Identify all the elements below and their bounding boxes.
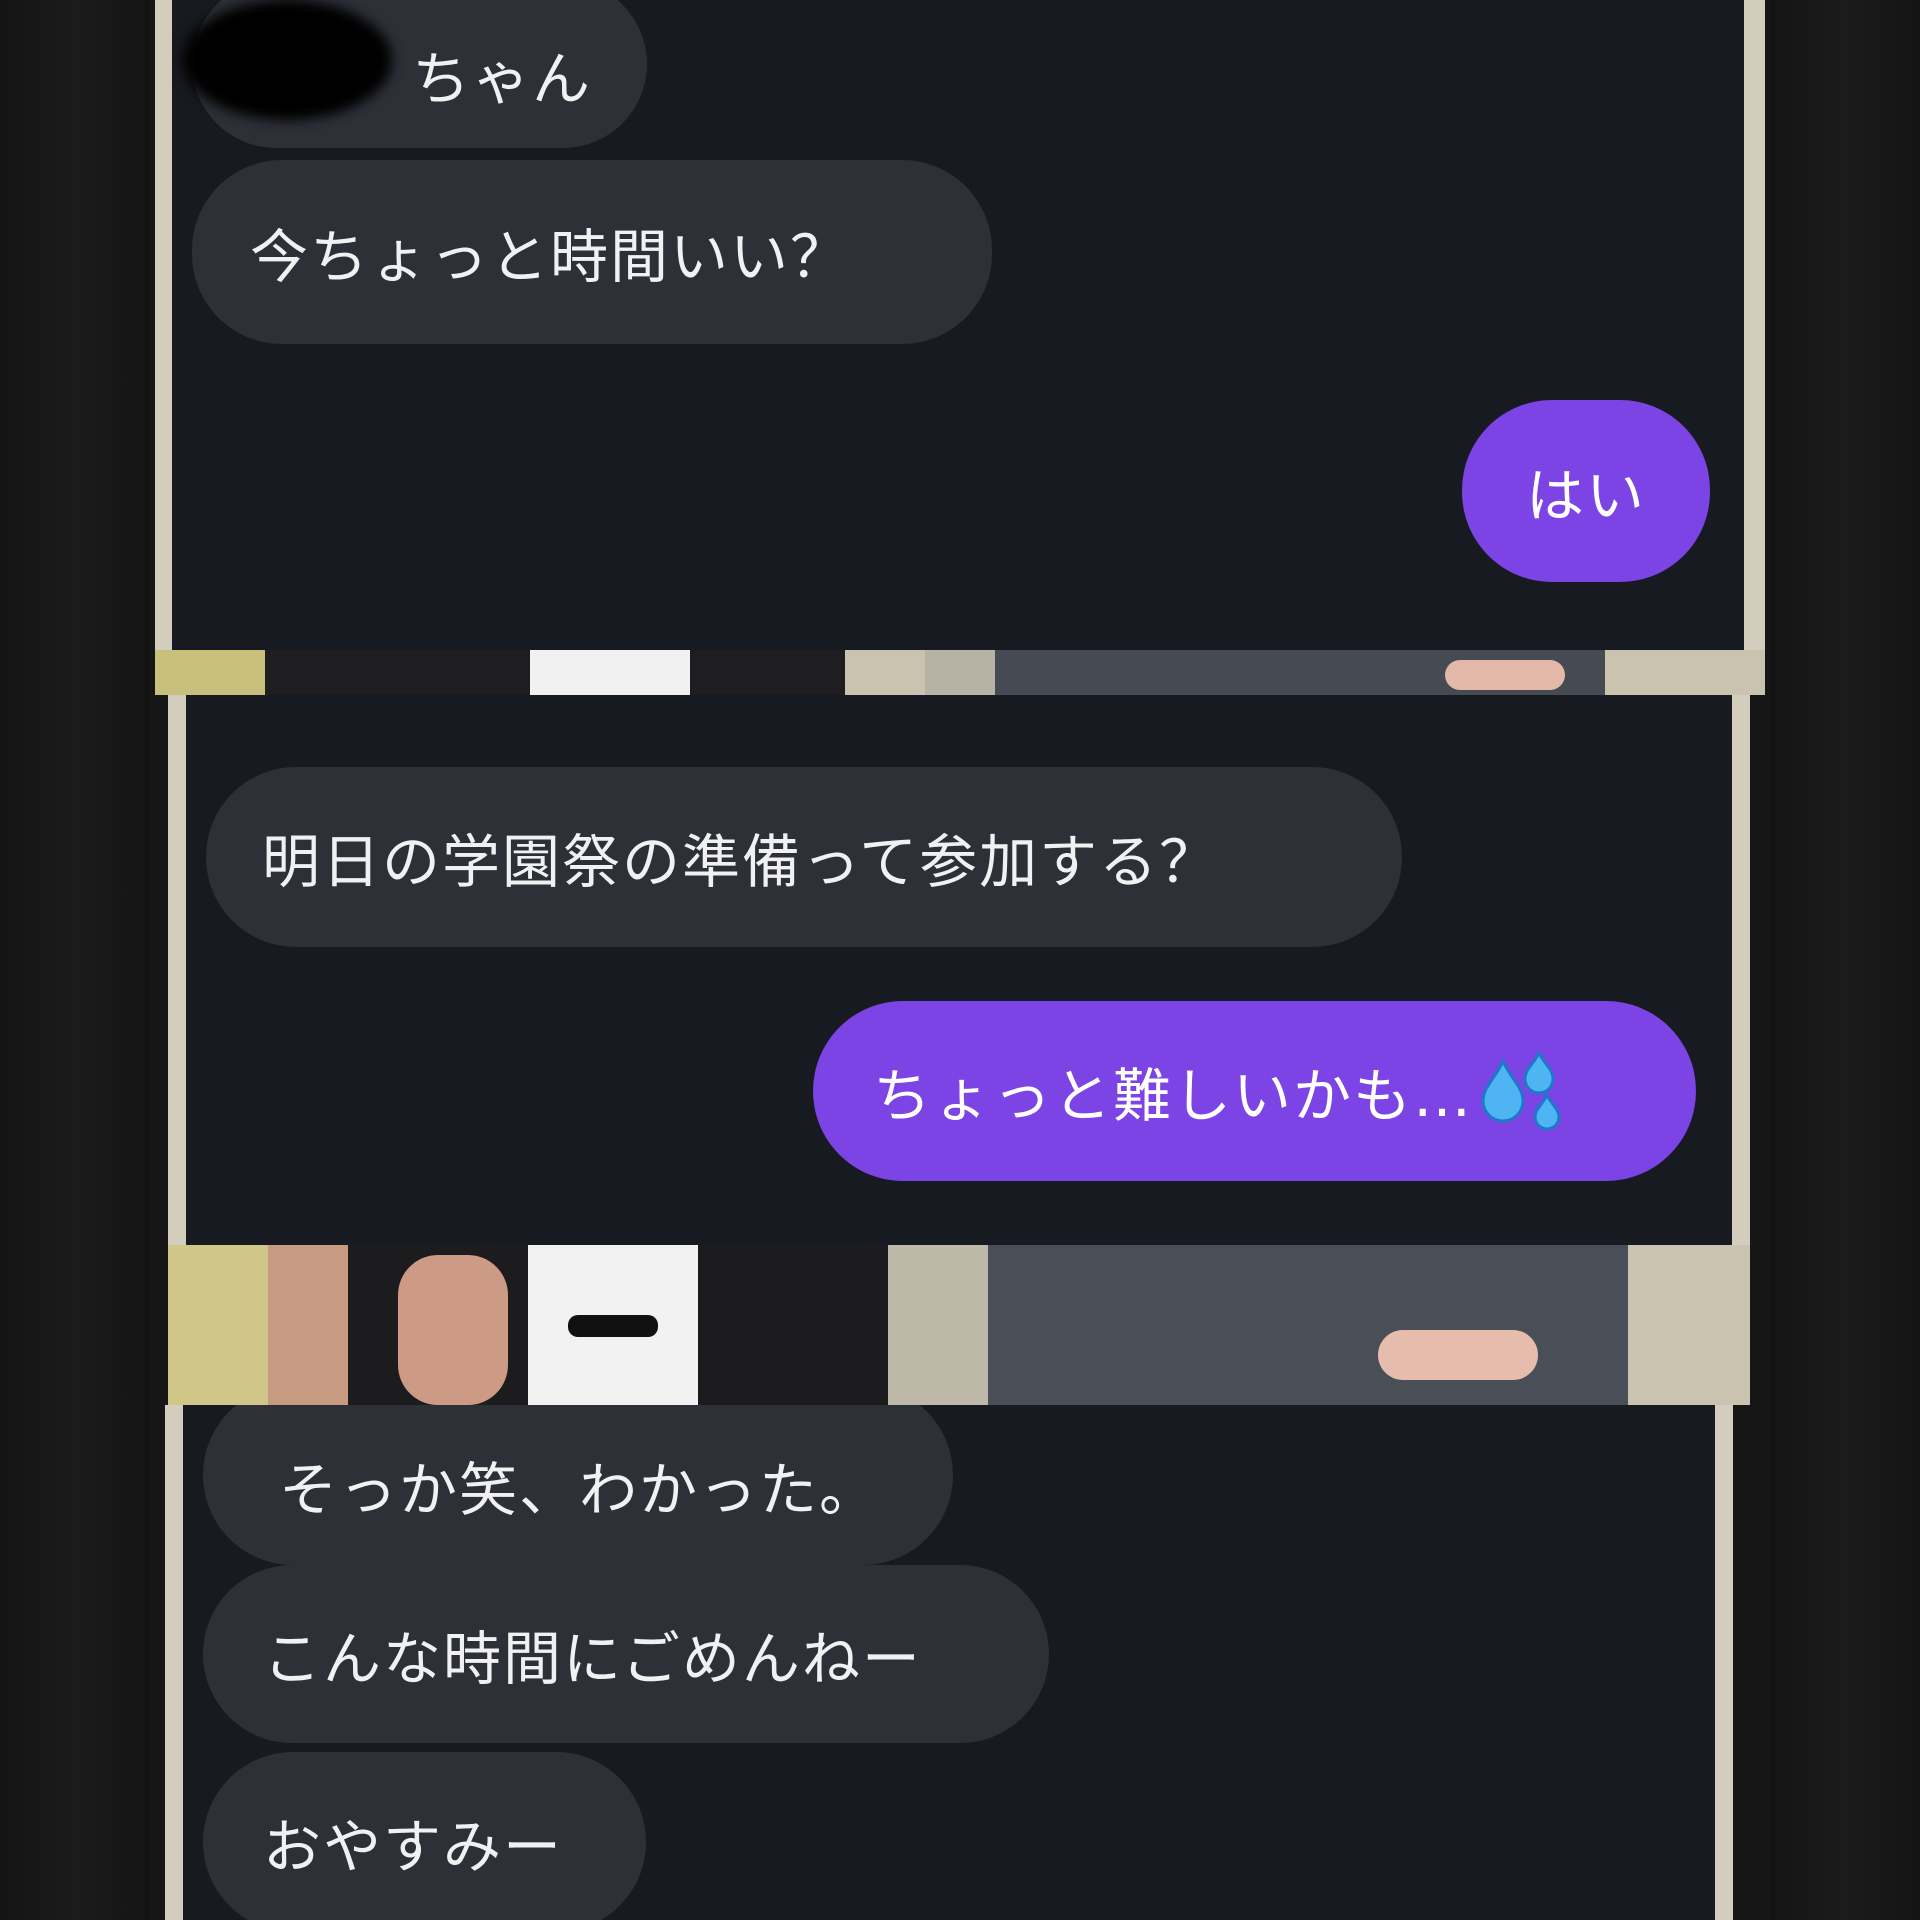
message-text: こんな時間にごめんねー xyxy=(263,1625,922,1693)
right-background xyxy=(1770,0,1920,1920)
video-background-strip-1 xyxy=(155,650,1765,695)
message-bubble-received: 今ちょっと時間いい？ xyxy=(192,160,992,344)
message-text: おやすみー xyxy=(263,1813,564,1881)
left-background xyxy=(0,0,150,1920)
video-background-strip-2 xyxy=(168,1245,1750,1405)
redacted-name xyxy=(182,0,392,120)
panel-3-chat: そっか笑、わかった。 こんな時間にごめんねー おやすみー xyxy=(183,1405,1715,1920)
message-bubble-sent: はい xyxy=(1462,400,1710,582)
message-bubble-received: 明日の学園祭の準備って参加する？ xyxy=(206,767,1402,947)
panel-2-chat: 明日の学園祭の準備って参加する？ ちょっと難しいかも… xyxy=(186,695,1732,1245)
message-bubble-sent: ちょっと難しいかも… xyxy=(813,1001,1696,1181)
sweat-droplets-icon xyxy=(1481,1051,1561,1131)
message-text: ちょっと難しいかも… xyxy=(873,1062,1474,1130)
message-text: そっか笑、わかった。 xyxy=(279,1456,880,1524)
message-bubble-received: こんな時間にごめんねー xyxy=(203,1565,1049,1743)
message-text: 今ちょっと時間いい？ xyxy=(250,223,851,291)
message-bubble-received: そっか笑、わかった。 xyxy=(203,1405,953,1565)
panel-1-chat: ちゃん 今ちょっと時間いい？ はい xyxy=(172,0,1744,650)
message-text: 明日の学園祭の準備って参加する？ xyxy=(262,828,1220,896)
message-text: ちゃん xyxy=(412,45,593,113)
message-bubble-received: おやすみー xyxy=(203,1752,646,1920)
message-text: はい xyxy=(1525,462,1646,530)
